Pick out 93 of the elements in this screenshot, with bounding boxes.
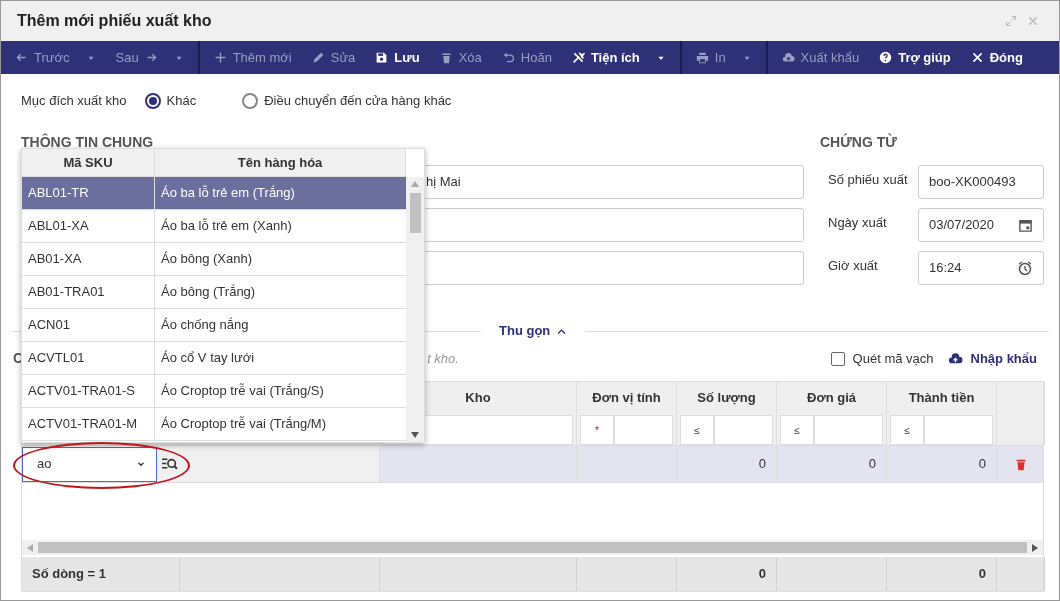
total-value: 0: [758, 565, 766, 584]
column-header: Kho: [465, 389, 491, 408]
column-header: Đơn giá: [807, 389, 856, 408]
filter-input[interactable]: [714, 415, 773, 445]
trash-icon: [439, 51, 453, 64]
field-label: Ngày xuất: [827, 214, 888, 233]
input-field[interactable]: boo-XK000493: [918, 165, 1044, 199]
product-name: Áo ba lỗ trẻ em (Trắng): [160, 184, 296, 203]
dropdown-row[interactable]: ACVTL01 Áo cổ V tay lưới: [22, 342, 407, 375]
scroll-down-icon: [411, 432, 420, 438]
toolbar-button[interactable]: Lưu: [365, 41, 430, 74]
product-name: Áo bông (Xanh): [160, 250, 254, 269]
dropdown-row[interactable]: ABL01-TR Áo ba lỗ trẻ em (Trắng): [22, 177, 407, 210]
sku-text: AB01-XA: [22, 243, 155, 275]
filter-input[interactable]: [614, 415, 673, 445]
cloud-upload-icon: [781, 51, 795, 64]
printer-icon: [695, 51, 709, 64]
column-header: Số lượng: [697, 389, 756, 408]
dropdown-row[interactable]: AB01-XA Áo bông (Xanh): [22, 243, 407, 276]
dropdown-row[interactable]: AB01-TRA01 Áo bông (Trắng): [22, 276, 407, 309]
collapse-button[interactable]: Thu gọn: [499, 321, 568, 341]
dropdown-row[interactable]: ACTV01-TRA01-S Áo Croptop trễ vai (Trắng/S): [22, 375, 407, 408]
table-cell-text: 0: [868, 455, 876, 474]
sku-text: AB01-TRA01: [22, 276, 155, 308]
horizontal-scrollbar[interactable]: [22, 540, 1043, 555]
toolbar-button[interactable]: Đóng: [960, 41, 1033, 74]
row-count: Số dòng = 1: [32, 565, 107, 584]
hint-text: t kho.: [427, 349, 459, 368]
input-field[interactable]: 16:24: [918, 251, 1044, 285]
input-field[interactable]: 03/07/2020: [918, 208, 1044, 242]
radio-button[interactable]: [242, 93, 259, 109]
arrow-right-icon: [144, 51, 158, 64]
product-name: Áo Croptop trễ vai (Trắng/M): [160, 415, 327, 434]
table-cell-text: 0: [758, 455, 766, 474]
window-title: Thêm mới phiếu xuất kho: [17, 11, 212, 31]
help-icon: [879, 51, 893, 64]
column-header: Thành tiền: [908, 389, 975, 408]
sku-text: ACVTL01: [22, 342, 155, 374]
field-label: Giờ xuất: [827, 257, 879, 276]
sku-text: ABL01-TR: [22, 177, 155, 209]
scroll-left-icon: [27, 543, 33, 552]
pencil-icon: [311, 51, 325, 64]
plus-icon: [213, 51, 227, 64]
radio-button[interactable]: [144, 93, 161, 109]
radio-option[interactable]: Điều chuyển đến cửa hàng khác: [242, 91, 452, 111]
product-name: Áo bông (Trắng): [160, 283, 257, 302]
product-name: Áo ba lỗ trẻ em (Xanh): [160, 217, 293, 236]
undo-icon: [501, 51, 515, 64]
scroll-right-icon: [1032, 543, 1038, 552]
dropdown-row[interactable]: ACTV01-TRA01-M Áo Croptop trễ vai (Trắng/M): [22, 408, 407, 441]
tools-icon: [571, 51, 585, 64]
arrow-left-icon: [15, 51, 28, 64]
section-heading: THÔNG TIN CHUNG: [21, 132, 154, 152]
product-name: Áo cổ V tay lưới: [160, 349, 256, 368]
table-cell-text: 0: [978, 455, 986, 474]
section-heading: CHỨNG TỪ: [820, 132, 897, 152]
sku-text: ACN01: [22, 309, 155, 341]
cloud-upload-icon: [947, 351, 963, 366]
expand-icon: [1005, 15, 1017, 27]
product-name: Áo Croptop trễ vai (Trắng/S): [160, 382, 325, 401]
filter-operator[interactable]: *: [580, 415, 614, 445]
import-link[interactable]: Nhập khẩu: [970, 348, 1037, 369]
vertical-scrollbar[interactable]: [406, 177, 424, 442]
calendar-icon: [1018, 217, 1033, 233]
toolbar-button[interactable]: Tiện ích: [561, 41, 676, 74]
filter-operator[interactable]: ≤: [780, 415, 814, 445]
sku-text: ACTV01-TRA01-M: [22, 408, 155, 440]
checkbox-label: Quét mã vạch: [852, 349, 934, 368]
dropdown-row[interactable]: ABL01-XA Áo ba lỗ trẻ em (Xanh): [22, 210, 407, 243]
field-label: Mục đích xuất kho: [21, 92, 127, 111]
radio-option[interactable]: Khác: [144, 91, 197, 111]
column-header: Mã SKU: [63, 153, 113, 172]
product-name: Áo chống nắng: [160, 316, 250, 335]
filter-operator[interactable]: ≤: [680, 415, 714, 445]
close-icon: [970, 51, 984, 64]
filter-input[interactable]: [814, 415, 883, 445]
trash-icon: [1014, 457, 1028, 471]
filter-input[interactable]: [924, 415, 993, 445]
total-value: 0: [978, 565, 986, 584]
column-header: Đơn vị tính: [592, 389, 661, 408]
scroll-thumb[interactable]: [409, 193, 421, 233]
column-header: Tên hàng hóa: [237, 153, 323, 172]
checkbox[interactable]: [830, 351, 845, 366]
sku-text: ACTV01-TRA01-S: [22, 375, 155, 407]
close-icon: [1027, 15, 1039, 27]
scroll-up-icon: [411, 181, 420, 187]
alarm-clock-icon: [1017, 260, 1033, 276]
toolbar-button[interactable]: Trợ giúp: [869, 41, 961, 74]
field-label: Số phiếu xuất: [827, 171, 909, 190]
filter-operator[interactable]: ≤: [890, 415, 924, 445]
dropdown-row[interactable]: ACN01 Áo chống nắng: [22, 309, 407, 342]
sku-text: ABL01-XA: [22, 210, 155, 242]
sku-input[interactable]: ao: [22, 446, 157, 482]
